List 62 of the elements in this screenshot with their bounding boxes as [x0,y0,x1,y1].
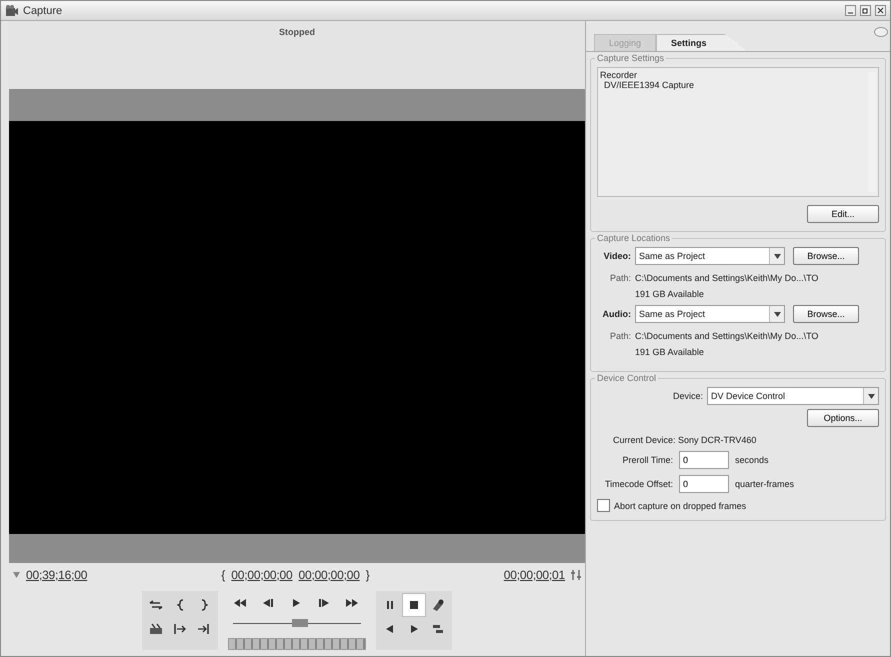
path-text: C:\Documents and Settings\Keith\My Do...\TO [635,273,818,283]
location-dropdown[interactable]: Same as Project [635,305,785,323]
fast-forward-icon [344,596,360,610]
field-label: Timecode Offset: [604,479,673,489]
goto-in-icon [172,622,188,636]
dropdown-icon [774,312,780,316]
bracket-icon [176,599,184,611]
duration-timecode[interactable]: 00;00;00;01 [504,568,565,582]
space-available: 191 GB Available [635,347,705,357]
swap-icon [148,598,164,612]
rewind-icon [232,596,248,610]
location-label: Audio: [602,309,631,319]
path-label: Path: [608,273,631,283]
scene-search-icon [430,622,446,636]
group-title: Device Control [595,373,658,383]
summary-line: DV/IEEE1394 Capture [603,80,696,90]
unit-label: seconds [735,455,769,465]
options-button[interactable]: Options... [807,409,879,427]
browse-button[interactable]: Browse... [793,247,859,265]
close-button[interactable] [875,5,886,16]
group-title: Capture Settings [595,53,666,63]
input-field[interactable]: 0 [679,475,729,493]
record-icon [430,598,446,612]
out-timecode[interactable]: 00;00;00;00 [298,568,360,582]
out-mark-text: } [366,568,370,582]
restore-icon [862,7,869,14]
sync-icon [571,569,581,581]
browse-button[interactable]: Browse... [793,305,859,323]
field-label: Preroll Time: [621,455,673,465]
location-label: Video: [602,251,631,261]
current-device: Current Device: Sony DCR-TRV460 [613,435,758,445]
unit-label: quarter-frames [735,479,794,489]
window-title: Capture [23,4,62,16]
dropdown-icon [774,254,780,258]
close-icon [877,7,884,14]
scene-icon [148,622,164,636]
goto-out-icon [196,622,212,636]
edit-button[interactable]: Edit... [807,205,879,223]
minimize-button[interactable] [845,5,856,16]
device-dropdown[interactable]: DV Device Control [707,387,879,405]
restore-button[interactable] [860,5,871,16]
summary-line: Recorder [600,70,638,80]
status-text: Stopped [279,27,315,37]
current-timecode[interactable]: 00;39;16;00 [26,568,88,582]
shuttle-thumb[interactable] [292,619,308,627]
input-field[interactable]: 0 [679,451,729,469]
path-label: Path: [608,331,631,341]
space-available: 191 GB Available [635,289,705,299]
triangle-icon[interactable] [13,572,20,578]
tab[interactable]: Settings [656,34,748,51]
bracket-icon [200,599,208,611]
dropdown-icon [868,394,874,398]
film-icon [5,4,19,16]
checkbox[interactable] [597,499,610,512]
stop-button[interactable] [402,593,426,617]
checkbox-label: Abort capture on dropped frames [614,500,746,510]
path-text: C:\Documents and Settings\Keith\My Do...\TO [635,331,818,341]
in-timecode[interactable]: 00;00;00;00 [231,568,292,582]
group-title: Capture Locations [595,233,672,243]
location-dropdown[interactable]: Same as Project [635,247,785,265]
in-mark-text: { [221,568,226,582]
device-label: Device: [672,391,703,401]
